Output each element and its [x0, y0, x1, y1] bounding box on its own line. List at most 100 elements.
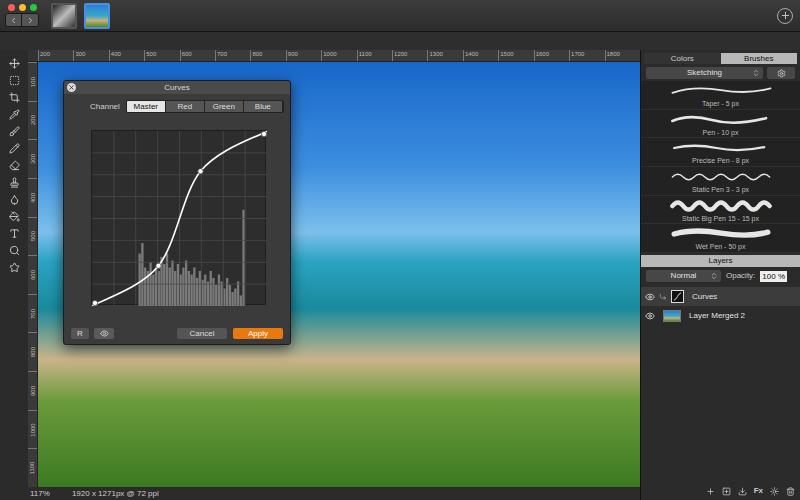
type-tool-icon[interactable] [9, 228, 20, 239]
droplet-tool-icon[interactable] [9, 194, 20, 205]
close-icon [68, 84, 75, 91]
stamp-tool-icon[interactable] [9, 177, 20, 188]
close-button[interactable] [67, 83, 76, 92]
visibility-icon[interactable] [645, 311, 655, 321]
zoom-tool-icon[interactable] [9, 245, 20, 256]
channel-tab[interactable]: Master [127, 101, 166, 112]
brush-item[interactable]: Wet Pen - 50 px [641, 224, 800, 253]
eyedropper-tool-icon[interactable] [9, 109, 20, 120]
blend-mode-dropdown[interactable]: Normal [646, 270, 721, 282]
curve-point[interactable] [92, 300, 97, 305]
history-buttons [5, 13, 39, 27]
chevron-right-icon [26, 16, 35, 25]
histogram-bar [138, 254, 140, 307]
ruler-label: 1100 [357, 50, 392, 61]
curves-graph[interactable] [91, 130, 266, 305]
new-document-button[interactable] [777, 8, 793, 24]
opacity-field[interactable]: 100 % [760, 271, 787, 282]
effects-button[interactable]: Fx [754, 485, 763, 497]
top-ruler: 2003004005006007008009001000110012001300… [28, 50, 640, 62]
pencil-tool-icon[interactable] [9, 143, 20, 154]
eraser-tool-icon[interactable] [9, 160, 20, 171]
ruler-label: 1000 [321, 50, 356, 61]
close-window-button[interactable] [8, 4, 15, 11]
histogram-bar [174, 271, 176, 306]
clip-icon [659, 293, 667, 301]
grid-line [92, 284, 267, 285]
curve-point[interactable] [156, 263, 161, 268]
download-icon[interactable] [738, 487, 747, 496]
photo-canvas[interactable]: CurvesChannelMasterRedGreenBlueRCancelAp… [38, 62, 640, 487]
tone-curve[interactable] [92, 131, 267, 306]
add-icon[interactable] [706, 487, 715, 496]
document-thumbnail[interactable] [84, 3, 110, 29]
histogram-bar [221, 282, 223, 307]
brush-item[interactable]: Static Big Pen 15 - 15 px [641, 196, 800, 225]
brush-item[interactable]: Pen - 10 px [641, 110, 800, 139]
brush-set-dropdown[interactable]: Sketching [646, 67, 763, 79]
layer-list: CurvesLayer Merged 2 [641, 287, 800, 484]
curve-point[interactable] [261, 131, 266, 136]
curves-dialog[interactable]: CurvesChannelMasterRedGreenBlueRCancelAp… [63, 80, 291, 345]
curves-chart[interactable] [92, 131, 267, 306]
brush-item[interactable]: Precise Pen - 8 px [641, 138, 800, 167]
channel-tab[interactable]: Red [166, 101, 205, 112]
channel-tab[interactable]: Green [205, 101, 244, 112]
dialog-title-bar[interactable]: Curves [64, 81, 290, 94]
brush-list: Taper - 5 pxPen - 10 pxPrecise Pen - 8 p… [641, 81, 800, 253]
histogram-bar [215, 285, 217, 306]
grid-line [92, 240, 267, 241]
new-layer-icon[interactable] [722, 487, 731, 496]
preview-button[interactable] [94, 328, 114, 339]
blend-row: NormalOpacity:100 % [646, 270, 795, 282]
cancel-button[interactable]: Cancel [177, 328, 227, 339]
layer-row[interactable]: Curves [641, 287, 800, 306]
apply-button[interactable]: Apply [233, 328, 283, 339]
dialog-title: Curves [81, 82, 273, 94]
brush-stroke-icon [661, 197, 781, 215]
curve-point[interactable] [198, 169, 203, 174]
marquee-tool-icon[interactable] [9, 75, 20, 86]
brush-tool-icon[interactable] [9, 126, 20, 137]
ruler-label: 600 [30, 270, 36, 280]
move-tool-icon[interactable] [9, 58, 20, 69]
app-window: 2003004005006007008009001000110012001300… [0, 0, 800, 500]
back-button[interactable] [6, 14, 22, 26]
adjust-icon[interactable] [770, 487, 779, 496]
document-thumbnail[interactable] [51, 3, 77, 29]
histogram-bar [166, 254, 168, 307]
histogram-bar [97, 306, 99, 307]
trash-icon[interactable] [786, 487, 795, 496]
ruler-label: 600 [180, 50, 215, 61]
brush-stroke-icon [661, 82, 781, 100]
layer-row[interactable]: Layer Merged 2 [641, 306, 800, 325]
brush-set-row: Sketching [646, 67, 795, 79]
layer-thumbnail [663, 310, 681, 322]
brush-settings-button[interactable] [767, 67, 795, 79]
panel-tab[interactable]: Colors [644, 53, 721, 64]
ruler-label: 300 [73, 50, 108, 61]
document-area: 2003004005006007008009001000110012001300… [0, 50, 640, 500]
panel-tabs: ColorsBrushes [644, 53, 797, 64]
channel-tabs: MasterRedGreenBlue [126, 100, 284, 113]
ruler-label: 400 [109, 50, 144, 61]
crop-tool-icon[interactable] [9, 92, 20, 103]
histogram-bar [125, 306, 127, 307]
fill-tool-icon[interactable] [9, 211, 20, 222]
brush-item[interactable]: Taper - 5 px [641, 81, 800, 110]
ruler-label: 700 [30, 309, 36, 319]
histogram-bar [218, 275, 220, 307]
reset-button[interactable]: R [71, 328, 89, 339]
brush-item[interactable]: Static Pen 3 - 3 px [641, 167, 800, 196]
zoom-window-button[interactable] [30, 4, 37, 11]
channel-tab[interactable]: Blue [244, 101, 283, 112]
panel-tab[interactable]: Brushes [721, 53, 798, 64]
ruler-label: 800 [30, 347, 36, 357]
brush-stroke-icon [661, 168, 781, 186]
star-tool-icon[interactable] [9, 262, 20, 273]
visibility-icon[interactable] [645, 292, 655, 302]
minimize-window-button[interactable] [19, 4, 26, 11]
chrome-strip [0, 32, 800, 50]
histogram-bar [100, 306, 102, 307]
forward-button[interactable] [22, 14, 38, 26]
